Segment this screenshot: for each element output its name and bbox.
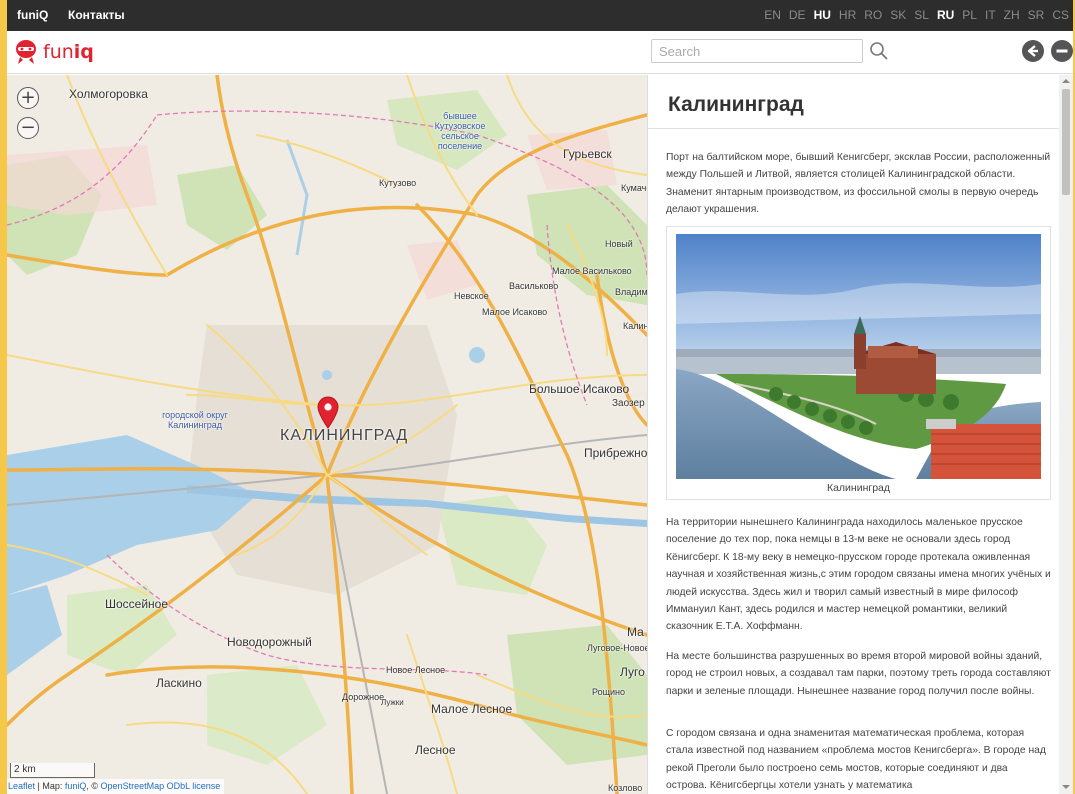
scrollbar-thumb[interactable] xyxy=(1062,89,1070,195)
image-figure: Калининград xyxy=(666,226,1051,500)
divider xyxy=(648,128,1059,129)
language-it[interactable]: IT xyxy=(985,8,996,22)
map-label: Лесное xyxy=(415,743,456,757)
language-sr[interactable]: SR xyxy=(1028,8,1045,22)
openstreetmap-link[interactable]: OpenStreetMap xyxy=(101,781,165,791)
cathedral-image xyxy=(676,234,1041,479)
map-label: Кумачё xyxy=(621,183,647,193)
language-switcher: EN DE HU HR RO SK SL RU PL IT ZH SR CS xyxy=(764,8,1069,22)
map-label: Владими xyxy=(615,287,647,297)
article-paragraph: На территории нынешнего Калининграда нах… xyxy=(666,517,1051,633)
language-en[interactable]: EN xyxy=(764,8,781,22)
map-label: Калин xyxy=(623,321,647,331)
scroll-down-arrow-icon[interactable] xyxy=(1062,785,1070,789)
map-label: Новодорожный xyxy=(227,635,312,649)
search-input[interactable] xyxy=(651,39,863,63)
intro-paragraph: Порт на балтийском море, бывший Кенигсбе… xyxy=(666,152,1051,216)
map-label: Прибрежно xyxy=(584,446,647,460)
language-ro[interactable]: RO xyxy=(864,8,882,22)
odbl-license-link[interactable]: ODbL license xyxy=(167,781,221,791)
map-label: Ма xyxy=(627,625,644,639)
map-label: Новый xyxy=(605,239,633,249)
map-label: Малое Васильково xyxy=(552,266,632,276)
scroll-up-arrow-icon[interactable] xyxy=(1062,79,1070,83)
map-label: Невское xyxy=(454,291,489,301)
map-label: Лужки xyxy=(381,698,404,707)
map-label: Дорожное xyxy=(342,692,385,702)
map-view[interactable]: + − Холмогоровка бывшее Кутузовское сель… xyxy=(7,75,647,794)
top-navigation-bar: funiQ Контакты EN DE HU HR RO SK SL RU PL IT ZH SR C… xyxy=(7,0,1073,31)
map-label: Козлово xyxy=(608,783,643,793)
language-sl[interactable]: SL xyxy=(914,8,929,22)
map-label: Большое Исаково xyxy=(529,382,630,396)
map-label: городской округ Калининград xyxy=(162,410,228,430)
scrollbar[interactable] xyxy=(1059,75,1073,794)
article-paragraph: На месте большинства разрушенных во врем… xyxy=(666,651,1051,697)
funiq-link[interactable]: funiQ xyxy=(65,781,87,791)
language-zh[interactable]: ZH xyxy=(1004,8,1020,22)
map-label: Малое Лесное xyxy=(431,702,513,716)
map-label: Шоссейное xyxy=(105,597,169,611)
search-icon[interactable] xyxy=(869,41,889,61)
language-ru[interactable]: RU xyxy=(937,8,954,22)
location-pin-icon[interactable] xyxy=(316,395,340,429)
city-photo[interactable] xyxy=(676,234,1041,479)
page-title: Калининград xyxy=(668,93,804,116)
map-label: бывшее Кутузовское сельское поселение xyxy=(434,111,486,151)
map-label: Рощино xyxy=(592,687,626,697)
map-label: Кутузово xyxy=(379,178,417,188)
contacts-link[interactable]: Контакты xyxy=(68,8,125,22)
map-label: Новое Лесное xyxy=(386,665,446,675)
language-hr[interactable]: HR xyxy=(839,8,856,22)
map-label: Заозер xyxy=(612,398,645,409)
mascot-logo-icon xyxy=(16,40,36,64)
map-attribution: Leaflet | Map: funiQ, © OpenStreetMap OD… xyxy=(7,779,225,794)
info-panel: Калининград Порт на балтийском море, быв… xyxy=(647,75,1073,794)
map-label: Гурьевск xyxy=(563,147,612,161)
city-label: КАЛИНИНГРАД xyxy=(280,427,409,444)
leaflet-link[interactable]: Leaflet xyxy=(8,781,35,791)
brand-link[interactable]: funiQ xyxy=(17,8,48,22)
language-cs[interactable]: CS xyxy=(1052,8,1069,22)
minus-circle-icon[interactable] xyxy=(1051,40,1073,62)
app-window: funiQ Контакты EN DE HU HR RO SK SL RU PL IT ZH SR C… xyxy=(7,0,1073,794)
header: funiq xyxy=(7,31,1073,74)
article-paragraph: С городом связана и одна знаменитая мате… xyxy=(666,728,1046,792)
scale-bar: 2 km xyxy=(10,763,95,778)
map-label: Луговое-Новое xyxy=(587,643,647,653)
map-label: Луго xyxy=(620,665,645,679)
map-label: Ласкино xyxy=(156,676,202,690)
logo[interactable]: funiq xyxy=(15,37,94,67)
image-caption: Калининград xyxy=(826,482,891,494)
logo-text: funiq xyxy=(43,41,94,63)
zoom-out-button[interactable]: − xyxy=(17,117,39,139)
language-hu[interactable]: HU xyxy=(814,8,831,22)
language-de[interactable]: DE xyxy=(789,8,806,22)
language-pl[interactable]: PL xyxy=(962,8,977,22)
map-label: Малое Исаково xyxy=(482,307,548,317)
language-sk[interactable]: SK xyxy=(890,8,906,22)
back-arrow-icon[interactable] xyxy=(1022,40,1044,62)
zoom-in-button[interactable]: + xyxy=(17,87,39,109)
map-label: Холмогоровка xyxy=(69,87,148,101)
map-label: Васильково xyxy=(509,281,559,291)
